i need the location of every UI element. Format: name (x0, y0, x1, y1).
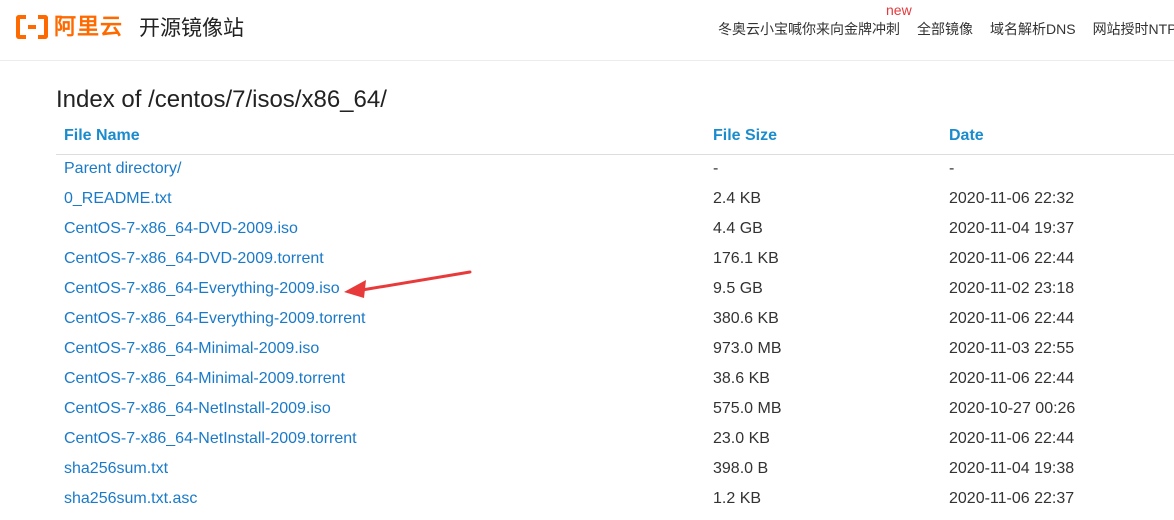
file-size-cell: 9.5 GB (713, 280, 763, 297)
file-date-cell: 2020-10-27 00:26 (949, 400, 1076, 417)
file-link[interactable]: CentOS-7-x86_64-DVD-2009.iso (64, 220, 298, 237)
file-size-cell: 176.1 KB (713, 250, 779, 267)
file-date-cell: 2020-11-04 19:37 (949, 220, 1075, 237)
file-size-cell: - (713, 160, 719, 178)
site-header: 阿里云 开源镜像站 new 冬奥云小宝喊你来向金牌冲刺 全部镜像 域名解析DNS 网站… (0, 0, 1174, 61)
table-row: CentOS-7-x86_64-DVD-2009.iso 4.4 GB 2020-1… (56, 214, 1174, 244)
file-link[interactable]: CentOS-7-x86_64-Minimal-2009.iso (64, 340, 319, 357)
column-header-date[interactable]: Date (941, 118, 1174, 155)
file-date-cell: 2020-11-06 22:44 (949, 310, 1075, 327)
table-row: CentOS-7-x86_64-NetInstall-2009.torrent 2… (56, 424, 1174, 454)
file-size-cell: 38.6 KB (713, 370, 770, 387)
column-header-file-name[interactable]: File Name (56, 118, 705, 155)
file-name-cell: CentOS-7-x86_64-NetInstall-2009.iso (56, 394, 705, 424)
file-link[interactable]: CentOS-7-x86_64-NetInstall-2009.iso (64, 400, 331, 417)
table-row: CentOS-7-x86_64-Minimal-2009.iso 973.0 MB… (56, 334, 1174, 364)
table-row: sha256sum.txt 398.0 B 2020-11-04 19:38 (56, 454, 1174, 484)
file-name-cell: CentOS-7-x86_64-DVD-2009.iso (56, 214, 705, 244)
nav-item-winter-olympics[interactable]: 冬奥云小宝喊你来向金牌冲刺 (718, 20, 900, 38)
file-name-cell: 0_README.txt (56, 184, 705, 214)
file-name-cell: Parent directory/ (56, 154, 705, 184)
file-date-cell: 2020-11-02 23:18 (949, 280, 1075, 297)
top-nav: 冬奥云小宝喊你来向金牌冲刺 全部镜像 域名解析DNS 网站授时NTP (718, 20, 1174, 38)
file-link[interactable]: sha256sum.txt.asc (64, 490, 197, 507)
file-link[interactable]: 0_README.txt (64, 190, 172, 207)
file-link[interactable]: sha256sum.txt (64, 460, 168, 477)
file-size-cell: 4.4 GB (713, 220, 763, 237)
table-header-row: File Name File Size Date (56, 118, 1174, 155)
file-name-cell: CentOS-7-x86_64-Everything-2009.torrent (56, 304, 705, 334)
file-name-cell: CentOS-7-x86_64-Minimal-2009.torrent (56, 364, 705, 394)
logo-mark-icon (16, 15, 48, 39)
file-link[interactable]: CentOS-7-x86_64-Everything-2009.iso (64, 280, 340, 297)
file-link[interactable]: CentOS-7-x86_64-Minimal-2009.torrent (64, 370, 345, 387)
file-link[interactable]: CentOS-7-x86_64-NetInstall-2009.torrent (64, 430, 357, 447)
file-date-cell: 2020-11-06 22:44 (949, 250, 1075, 267)
table-row: CentOS-7-x86_64-Minimal-2009.torrent 38.6… (56, 364, 1174, 394)
file-date-cell: - (949, 160, 955, 178)
file-size-cell: 380.6 KB (713, 310, 779, 327)
nav-item-dns[interactable]: 域名解析DNS (990, 20, 1076, 38)
file-listing-table: File Name File Size Date Parent director… (56, 118, 1174, 514)
file-link[interactable]: Parent directory/ (64, 160, 181, 177)
file-date-cell: 2020-11-03 22:55 (949, 340, 1075, 357)
table-row: CentOS-7-x86_64-NetInstall-2009.iso 575.0… (56, 394, 1174, 424)
file-size-cell: 1.2 KB (713, 490, 762, 507)
logo-text: 阿里云 (54, 14, 124, 39)
file-name-cell: CentOS-7-x86_64-NetInstall-2009.torrent (56, 424, 705, 454)
file-name-cell: CentOS-7-x86_64-Minimal-2009.iso (56, 334, 705, 364)
file-date-cell: 2020-11-04 19:38 (949, 460, 1075, 477)
file-date-cell: 2020-11-06 22:37 (949, 490, 1075, 507)
site-title: 开源镜像站 (139, 17, 244, 40)
table-row: sha256sum.txt.asc 1.2 KB 2020-11-06 22:37 (56, 484, 1174, 514)
aliyun-logo[interactable]: 阿里云 (16, 13, 123, 41)
file-date-cell: 2020-11-06 22:32 (949, 190, 1075, 207)
column-header-file-size[interactable]: File Size (705, 118, 941, 155)
table-row: CentOS-7-x86_64-DVD-2009.torrent 176.1 KB… (56, 244, 1174, 274)
file-link[interactable]: CentOS-7-x86_64-DVD-2009.torrent (64, 250, 324, 267)
new-badge: new (886, 2, 912, 18)
file-name-cell: CentOS-7-x86_64-Everything-2009.iso (56, 274, 705, 304)
file-size-cell: 575.0 MB (713, 400, 782, 417)
nav-item-all-mirrors[interactable]: 全部镜像 (917, 20, 973, 38)
nav-item-ntp[interactable]: 网站授时NTP (1093, 20, 1174, 38)
file-size-cell: 2.4 KB (713, 190, 762, 207)
table-row: 0_README.txt 2.4 KB 2020-11-06 22:32 (56, 184, 1174, 214)
file-size-cell: 398.0 B (713, 460, 769, 477)
file-date-cell: 2020-11-06 22:44 (949, 370, 1075, 387)
table-row: CentOS-7-x86_64-Everything-2009.torrent 3… (56, 304, 1174, 334)
file-size-cell: 973.0 MB (713, 340, 782, 357)
file-link[interactable]: CentOS-7-x86_64-Everything-2009.torrent (64, 310, 366, 327)
file-name-cell: CentOS-7-x86_64-DVD-2009.torrent (56, 244, 705, 274)
file-date-cell: 2020-11-06 22:44 (949, 430, 1075, 447)
table-body: Parent directory/ - - 0_README.txt 2.4 KB 202… (56, 154, 1174, 514)
table-row: Parent directory/ - - (56, 154, 1174, 184)
file-name-cell: sha256sum.txt.asc (56, 484, 705, 514)
file-size-cell: 23.0 KB (713, 430, 770, 447)
table-row: CentOS-7-x86_64-Everything-2009.iso 9.5 G… (56, 274, 1174, 304)
file-name-cell: sha256sum.txt (56, 454, 705, 484)
page-title: Index of /centos/7/isos/x86_64/ (56, 86, 387, 113)
